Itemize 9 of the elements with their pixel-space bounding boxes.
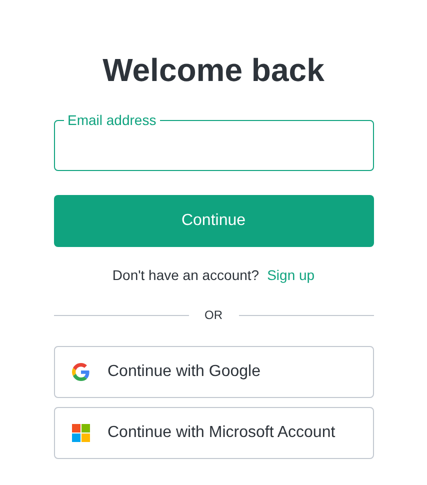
- social-login-button[interactable]: Continue with Google: [54, 346, 374, 398]
- divider-label: OR: [204, 307, 224, 324]
- social-login-button[interactable]: Continue with Microsoft Account: [54, 407, 374, 459]
- signup-link[interactable]: Sign up: [267, 265, 315, 286]
- page-title: Welcome back: [102, 51, 324, 90]
- four-squares-icon: [72, 424, 90, 442]
- google-g-icon: [72, 363, 90, 381]
- signup-prompt: Don't have an account?: [112, 266, 260, 285]
- continue-button[interactable]: Continue: [54, 195, 374, 247]
